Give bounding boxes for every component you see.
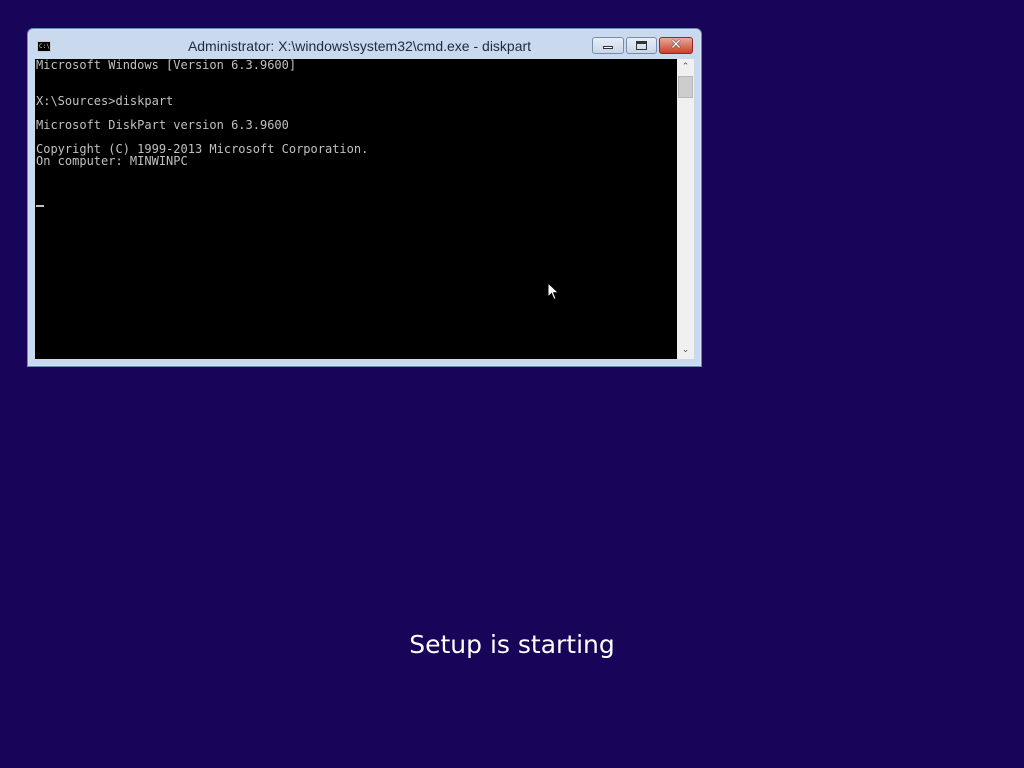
caption-buttons: ✕ bbox=[590, 37, 693, 55]
mouse-pointer-icon bbox=[547, 282, 560, 301]
close-icon: ✕ bbox=[670, 37, 682, 53]
scroll-thumb[interactable] bbox=[678, 76, 693, 98]
close-button[interactable]: ✕ bbox=[659, 37, 693, 54]
console-line: X:\Sources>diskpart bbox=[36, 94, 174, 108]
vertical-scrollbar[interactable]: ⌃ ⌄ bbox=[677, 59, 694, 359]
minimize-icon bbox=[603, 46, 613, 49]
maximize-icon bbox=[636, 41, 647, 50]
scroll-up-icon[interactable]: ⌃ bbox=[677, 59, 694, 76]
window-title: Administrator: X:\windows\system32\cmd.e… bbox=[187, 38, 532, 54]
console-line: On computer: MINWINPC bbox=[36, 154, 188, 168]
setup-status-text: Setup is starting bbox=[409, 630, 615, 659]
console-line: Microsoft Windows [Version 6.3.9600] bbox=[36, 59, 297, 72]
command-prompt-window[interactable]: C:\ Administrator: X:\windows\system32\c… bbox=[27, 28, 702, 367]
console-text: Microsoft Windows [Version 6.3.9600] X:\S… bbox=[35, 59, 677, 179]
scroll-down-icon[interactable]: ⌄ bbox=[677, 342, 694, 359]
maximize-button[interactable] bbox=[626, 37, 657, 54]
console-output[interactable]: Microsoft Windows [Version 6.3.9600] X:\S… bbox=[35, 59, 677, 359]
window-titlebar[interactable]: C:\ Administrator: X:\windows\system32\c… bbox=[28, 29, 701, 59]
text-cursor bbox=[36, 205, 44, 207]
setup-background: C:\ Administrator: X:\windows\system32\c… bbox=[0, 0, 1024, 768]
minimize-button[interactable] bbox=[592, 37, 624, 54]
console-line: Microsoft DiskPart version 6.3.9600 bbox=[36, 118, 289, 132]
